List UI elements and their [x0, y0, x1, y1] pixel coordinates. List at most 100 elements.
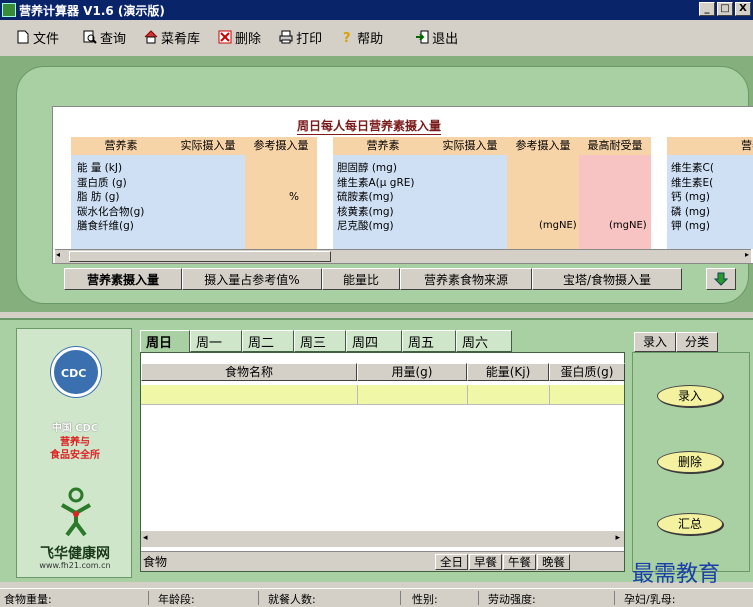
menu-delete[interactable]: 删除 — [216, 26, 263, 49]
exit-icon — [416, 30, 429, 44]
table-row[interactable] — [141, 385, 624, 405]
meal-all-button[interactable]: 全日 — [435, 553, 468, 570]
tab-intake-percent[interactable]: 摄入量占参考值% — [182, 268, 322, 290]
nutrient-table-title: 周日每人每日营养素摄入量 — [297, 119, 442, 135]
day-tabs: 周日 周一 周二 周三 周四 周五 周六 — [140, 330, 512, 352]
col-header-protein[interactable]: 蛋白质(g) — [549, 363, 625, 381]
cdc-emblem-text: CDC — [61, 367, 87, 380]
tab-entry[interactable]: 录入 — [634, 332, 677, 352]
status-separator — [478, 591, 479, 605]
logo-panel: CDC 中国 CDC 营养与 食品安全所 飞华健康网 www.fh21.com.… — [16, 328, 132, 578]
nutrient-horizontal-scrollbar[interactable]: ◂ ▸ — [55, 249, 751, 263]
menu-query[interactable]: 查询 — [81, 26, 128, 49]
g3-rows: 维生素C( 维生素E( 钙 (mg) 磷 (mg) 钾 (mg) — [671, 161, 714, 234]
tab-monday[interactable]: 周一 — [190, 330, 242, 352]
tab-food-source[interactable]: 营养素食物来源 — [400, 268, 532, 290]
status-gender: 性别: — [412, 593, 438, 606]
tab-wednesday[interactable]: 周三 — [294, 330, 346, 352]
scroll-right-arrow-icon[interactable]: ▸ — [615, 533, 620, 543]
brand-url: www.fh21.com.cn — [39, 561, 111, 570]
nutrient-table: 周日每人每日营养素摄入量 营养素 实际摄入量 参考摄入量 能 量 (kJ) 蛋白… — [52, 106, 753, 264]
row-separator — [549, 385, 550, 405]
watermark: 最需教育 — [632, 562, 721, 587]
scroll-right-arrow-icon[interactable]: ▸ — [745, 250, 749, 259]
g2-header-max: 最高耐受量 — [579, 137, 651, 155]
status-food-weight: 食物重量: — [4, 593, 52, 606]
col-header-amount[interactable]: 用量(g) — [357, 363, 467, 381]
menu-file[interactable]: 文件 — [14, 26, 61, 49]
scroll-left-arrow-icon[interactable]: ◂ — [143, 533, 148, 543]
health-figure-icon — [61, 487, 91, 537]
nutrient-row: 硫胺素(mg) — [337, 191, 394, 204]
file-icon — [17, 30, 29, 44]
col-header-energy[interactable]: 能量(Kj) — [467, 363, 549, 381]
scroll-left-arrow-icon[interactable]: ◂ — [56, 250, 60, 259]
brand-name: 飞华健康网 — [40, 546, 110, 562]
scroll-thumb[interactable] — [69, 251, 331, 262]
nutrient-row: 尼克酸(mg) — [337, 220, 394, 233]
tab-category[interactable]: 分类 — [676, 332, 719, 352]
delete-button[interactable]: 删除 — [657, 451, 723, 473]
printer-icon — [279, 30, 293, 44]
close-button[interactable]: X — [735, 2, 751, 16]
tab-tuesday[interactable]: 周二 — [242, 330, 294, 352]
svg-text:?: ? — [343, 31, 351, 44]
meal-dinner-button[interactable]: 晚餐 — [537, 553, 570, 570]
meal-lunch-button[interactable]: 午餐 — [503, 553, 536, 570]
menu-recipes[interactable]: 菜肴库 — [142, 26, 202, 49]
g2-rows: 胆固醇 (mg) 维生素A(μ gRE) 硫胺素(mg) 核黄素(mg) 尼克酸… — [337, 161, 415, 234]
org-name: 中国 CDC — [51, 423, 99, 434]
maximize-button[interactable]: □ — [717, 2, 733, 16]
nutrient-row: 维生素C( — [671, 162, 714, 174]
minimize-button[interactable]: _ — [699, 2, 715, 16]
food-horizontal-scrollbar[interactable]: ◂ ▸ — [141, 531, 624, 547]
nutrient-row: 碳水化合物(g) — [77, 205, 145, 218]
nutrient-row: 能 量 (kJ) — [77, 162, 123, 174]
menu-help[interactable]: ? 帮助 — [338, 26, 385, 49]
nutrient-row: 钾 (mg) — [671, 220, 710, 233]
nutrient-row: 膳食纤维(g) — [77, 220, 134, 233]
right-action-panel: 录入 删除 汇总 — [632, 352, 750, 572]
g2-header-name: 营养素 — [333, 137, 433, 155]
tab-thursday[interactable]: 周四 — [346, 330, 402, 352]
meal-breakfast-button[interactable]: 早餐 — [469, 553, 502, 570]
status-separator — [614, 591, 615, 605]
food-grid: 食物名称 用量(g) 能量(Kj) 蛋白质(g) ◂ ▸ 食物 全日 早餐 午餐… — [140, 352, 625, 572]
g1-rows: 能 量 (kJ) 蛋白质 (g) 脂 肪 (g) 碳水化合物(g) 膳食纤维(g… — [77, 161, 144, 234]
nutrient-row: 维生素E( — [671, 176, 714, 189]
g1-header-name: 营养素 — [71, 137, 171, 155]
meal-label: 食物 — [143, 555, 168, 569]
menu-exit[interactable]: 退出 — [413, 26, 460, 49]
title-bar: 营养计算器 V1.6 (演示版) _ □ X — [0, 0, 753, 20]
meal-filter-bar: 食物 全日 早餐 午餐 晚餐 — [141, 551, 624, 571]
tab-saturday[interactable]: 周六 — [456, 330, 512, 352]
analysis-tabs: 营养素摄入量 摄入量占参考值% 能量比 营养素食物来源 宝塔/食物摄入量 — [64, 268, 682, 290]
row-separator — [467, 385, 468, 405]
entry-button[interactable]: 录入 — [657, 385, 723, 407]
tab-nutrient-intake[interactable]: 营养素摄入量 — [64, 268, 182, 290]
status-pregnant-lactating: 孕妇/乳母: — [624, 593, 676, 606]
magnifier-icon — [83, 30, 97, 44]
col-header-food-name[interactable]: 食物名称 — [141, 363, 357, 381]
window-title: 营养计算器 V1.6 (演示版) — [19, 3, 165, 18]
nutrient-row: 维生素A(μ gRE) — [337, 176, 415, 189]
summary-button[interactable]: 汇总 — [657, 513, 723, 535]
down-arrow-button[interactable] — [706, 268, 736, 290]
tab-pyramid[interactable]: 宝塔/食物摄入量 — [532, 268, 682, 290]
status-age-group: 年龄段: — [158, 593, 195, 606]
nutrient-row: 蛋白质 (g) — [77, 176, 127, 189]
g2-header-actual: 实际摄入量 — [433, 137, 507, 155]
g3-header-name: 营养 — [667, 137, 753, 155]
status-diners: 就餐人数: — [268, 593, 316, 606]
status-labor-intensity: 劳动强度: — [488, 593, 536, 606]
status-bar: 食物重量: 年龄段: 就餐人数: 性别: 劳动强度: 孕妇/乳母: — [0, 588, 753, 606]
house-icon — [144, 30, 158, 44]
tab-sunday[interactable]: 周日 — [140, 330, 190, 352]
row-separator — [357, 385, 358, 405]
menu-print[interactable]: 打印 — [277, 26, 324, 49]
status-separator — [258, 591, 259, 605]
delete-icon — [218, 30, 232, 44]
tab-energy-ratio[interactable]: 能量比 — [322, 268, 400, 290]
tab-friday[interactable]: 周五 — [402, 330, 456, 352]
nutrient-row: 胆固醇 (mg) — [337, 162, 397, 174]
